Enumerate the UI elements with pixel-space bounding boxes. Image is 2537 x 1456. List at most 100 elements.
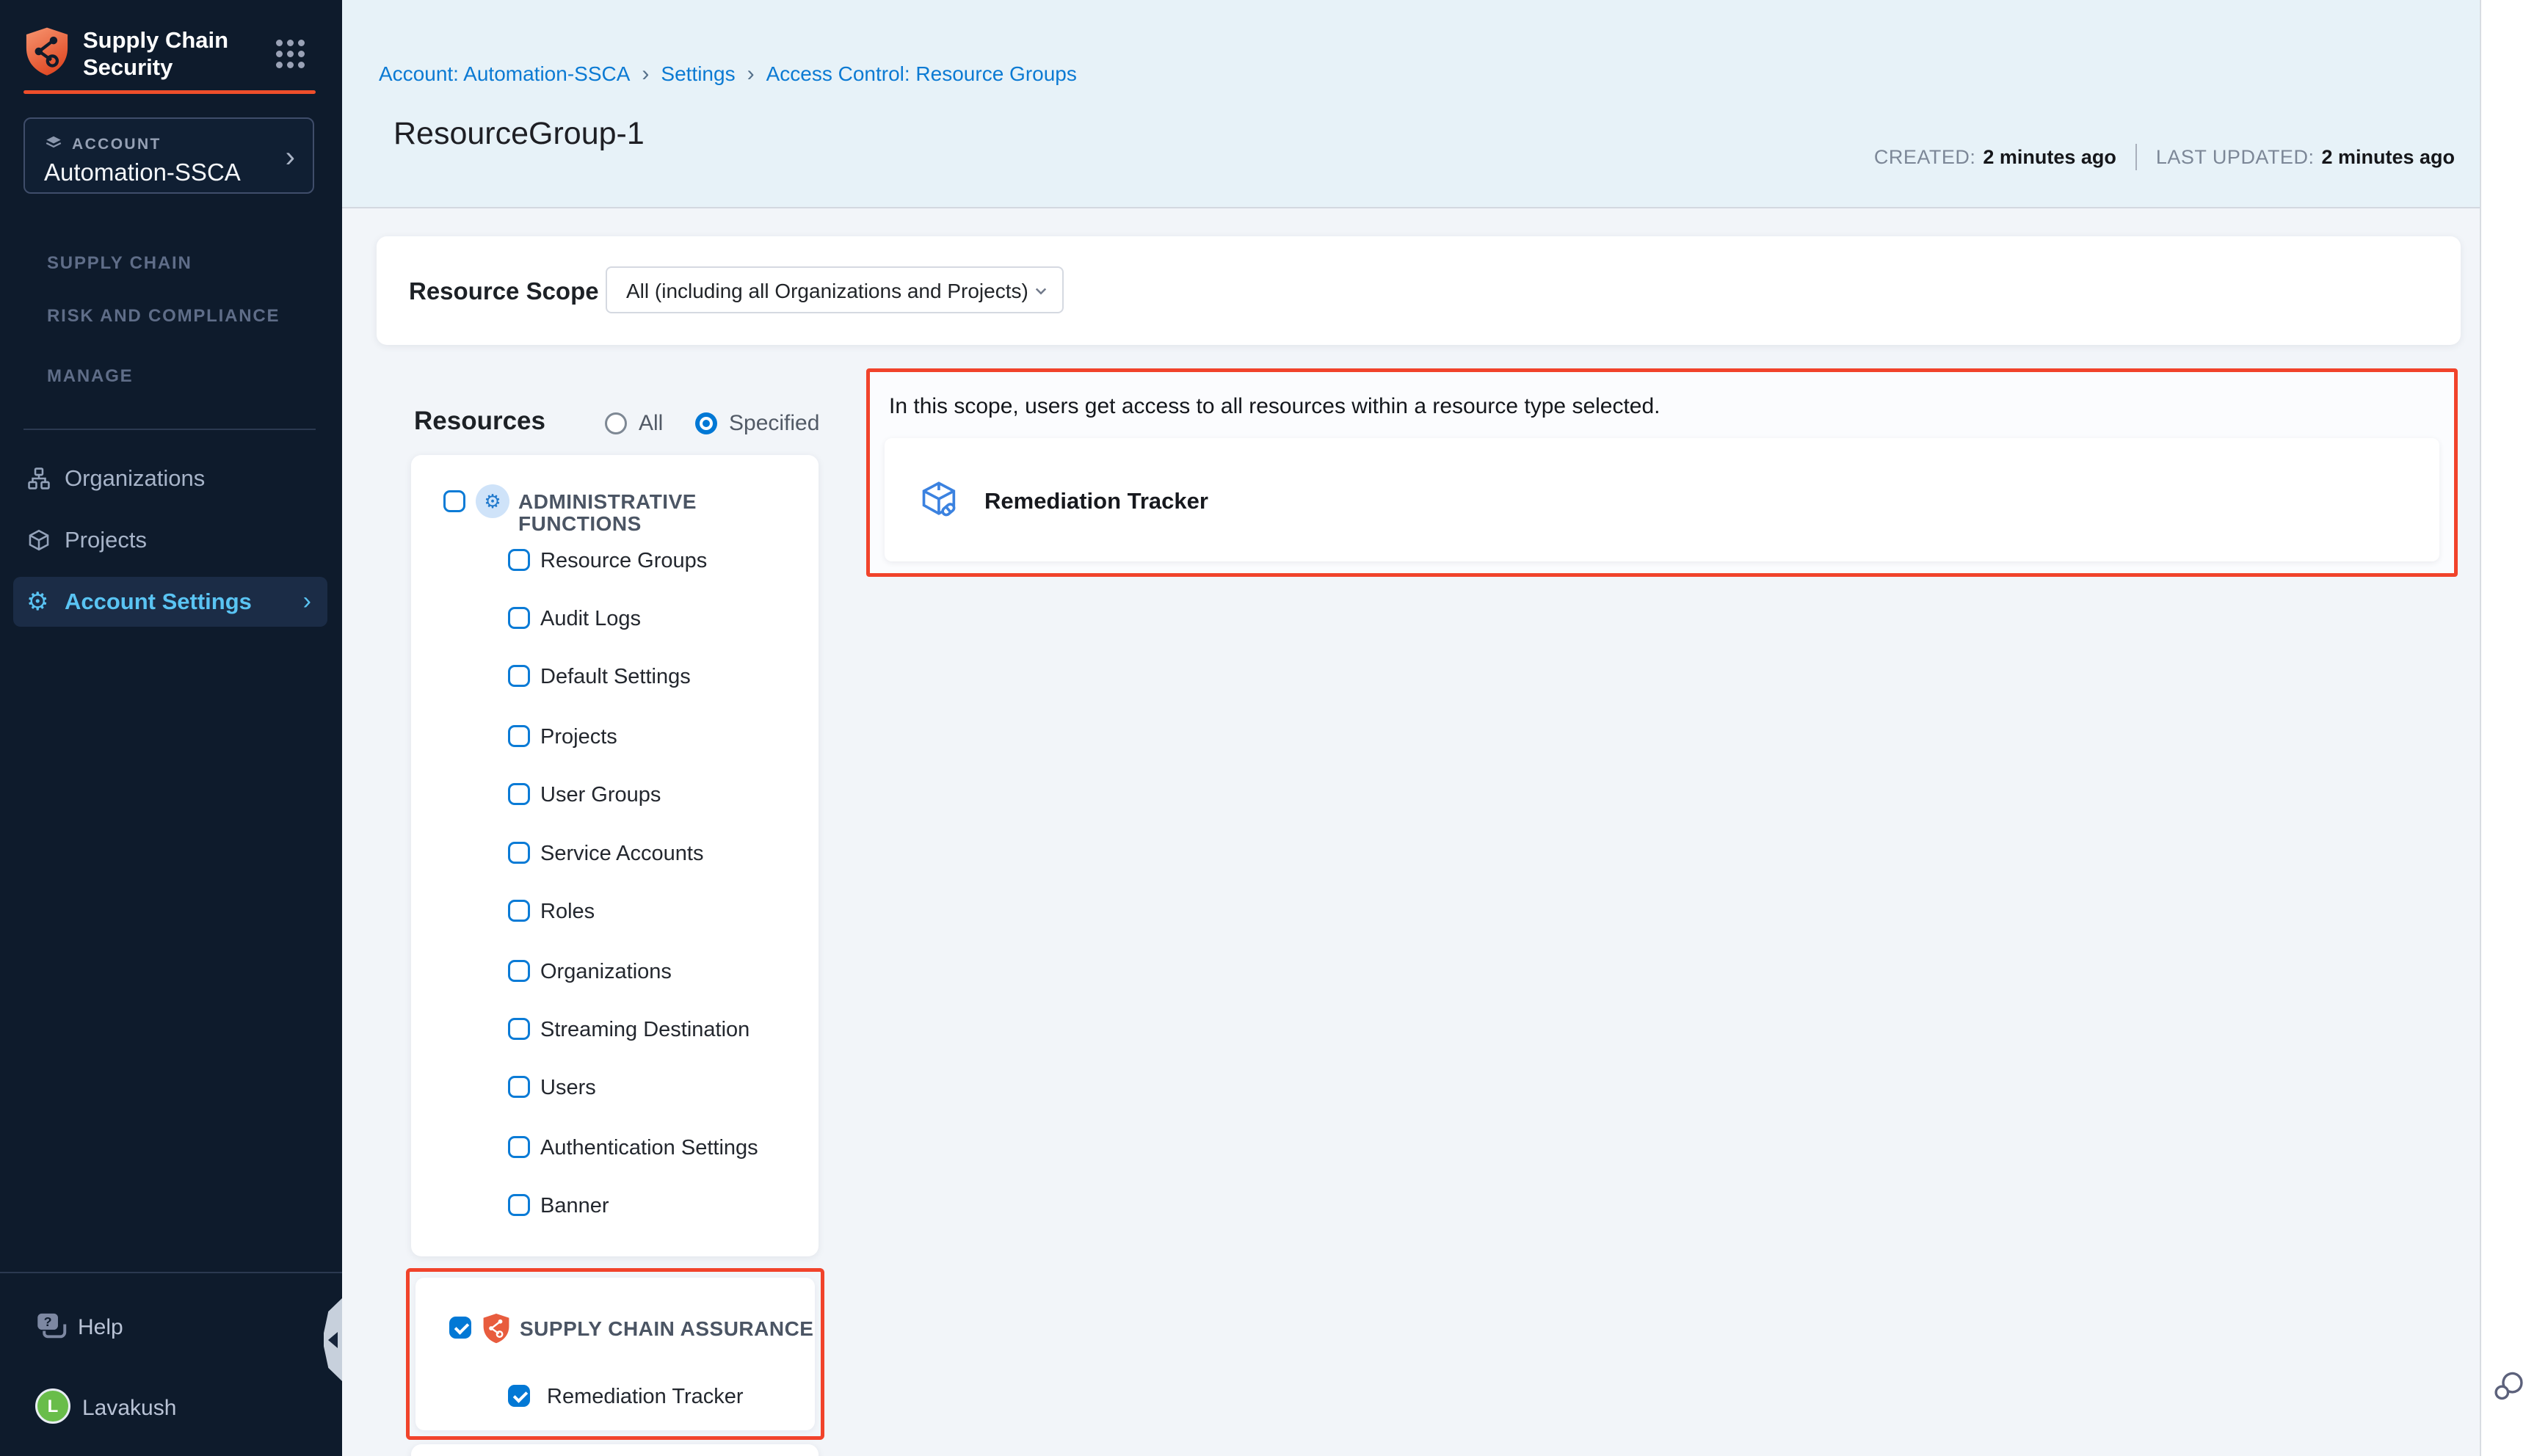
sidebar-item-account-settings[interactable]: ⚙ Account Settings › <box>13 577 327 627</box>
resource-scope-selected-value: All (including all Organizations and Pro… <box>626 280 1028 303</box>
sidebar-item-projects[interactable]: Projects › <box>13 515 327 565</box>
group-title: ADMINISTRATIVE FUNCTIONS <box>518 491 819 535</box>
module-title: Supply Chain Security <box>83 26 252 81</box>
last-updated-value: 2 minutes ago <box>2321 146 2455 169</box>
checkbox[interactable] <box>508 725 530 747</box>
sidebar-section-risk-and-compliance[interactable]: RISK AND COMPLIANCE <box>47 306 280 327</box>
resource-item-label: Users <box>540 1077 596 1099</box>
supply-chain-assurance-shield-icon <box>482 1313 511 1344</box>
breadcrumb: Account: Automation-SSCA › Settings › Ac… <box>379 62 1077 87</box>
checkbox[interactable] <box>508 842 530 864</box>
svg-text:?: ? <box>44 1314 52 1329</box>
resource-item-row[interactable]: Service Accounts <box>411 842 819 876</box>
resource-item-row[interactable]: Remediation Tracker <box>415 1385 815 1419</box>
module-logo[interactable]: Supply Chain Security <box>24 25 318 84</box>
resource-item-row[interactable]: Organizations <box>411 960 819 994</box>
breadcrumb-account-link[interactable]: Account: Automation-SSCA <box>379 62 630 86</box>
checkbox[interactable] <box>508 1194 530 1216</box>
resource-item-row[interactable]: Audit Logs <box>411 607 819 641</box>
checkbox[interactable] <box>508 783 530 805</box>
gear-icon: ⚙ <box>484 490 501 512</box>
resource-item-row[interactable]: Users <box>411 1076 819 1110</box>
radio-all-label[interactable]: All <box>639 411 663 436</box>
resource-item-label: Projects <box>540 726 617 748</box>
supply-chain-security-shield-icon <box>24 26 70 76</box>
checkbox[interactable] <box>508 607 530 629</box>
sidebar-divider <box>23 429 316 430</box>
breadcrumb-resource-groups-link[interactable]: Access Control: Resource Groups <box>766 62 1077 86</box>
resource-item-row[interactable]: Projects <box>411 725 819 759</box>
resource-item-label: Banner <box>540 1195 609 1217</box>
checkbox[interactable] <box>508 1385 530 1407</box>
resource-item-label: Streaming Destination <box>540 1019 750 1041</box>
checkbox[interactable] <box>508 1076 530 1098</box>
last-updated-label: LAST UPDATED: <box>2156 146 2315 169</box>
app-switcher-icon[interactable] <box>276 40 305 68</box>
sidebar-section-supply-chain[interactable]: SUPPLY CHAIN <box>47 253 192 274</box>
next-group-card <box>411 1444 819 1456</box>
resource-scope-card: Resource Scope All (including all Organi… <box>377 236 2461 345</box>
brand-accent-line <box>23 90 316 94</box>
checkbox[interactable] <box>508 960 530 982</box>
checkbox[interactable] <box>508 665 530 687</box>
sidebar-item-label: Account Settings <box>65 589 252 614</box>
resource-item-row[interactable]: Streaming Destination <box>411 1018 819 1052</box>
group-checkbox[interactable] <box>449 1317 471 1339</box>
org-chart-icon <box>26 466 51 491</box>
page-body: Resource Scope All (including all Organi… <box>342 208 2480 1456</box>
resource-item-row[interactable]: Default Settings <box>411 665 819 699</box>
remediation-tracker-icon <box>918 479 961 522</box>
right-gutter <box>2480 0 2537 1456</box>
radio-all[interactable] <box>605 412 627 434</box>
resource-item-row[interactable]: Resource Groups <box>411 549 819 583</box>
resource-type-card: Remediation Tracker <box>885 438 2439 561</box>
sidebar-collapse-handle[interactable] <box>324 1298 342 1381</box>
breadcrumb-separator-icon: › <box>747 62 755 87</box>
sidebar-divider <box>0 1272 342 1273</box>
group-header-row[interactable]: ⚙ ADMINISTRATIVE FUNCTIONS <box>411 484 819 518</box>
account-scope-label: ACCOUNT <box>72 136 161 153</box>
account-selector[interactable]: ACCOUNT Automation-SSCA › <box>23 117 314 194</box>
sidebar-item-label: Projects <box>65 528 147 553</box>
radio-specified-label[interactable]: Specified <box>729 411 819 436</box>
created-value: 2 minutes ago <box>1983 146 2116 169</box>
sidebar: Supply Chain Security ACCOUNT Automation… <box>0 0 342 1456</box>
group-checkbox[interactable] <box>443 490 465 512</box>
app-window: Supply Chain Security ACCOUNT Automation… <box>0 0 2537 1456</box>
checkbox[interactable] <box>508 900 530 922</box>
resource-scope-select[interactable]: All (including all Organizations and Pro… <box>606 266 1064 313</box>
resource-item-row[interactable]: Roles <box>411 900 819 933</box>
sidebar-section-manage[interactable]: MANAGE <box>47 366 133 387</box>
cube-icon <box>26 528 51 553</box>
resource-item-label: Audit Logs <box>540 608 641 630</box>
supply-chain-assurance-card: SUPPLY CHAIN ASSURANCE Remediation Track… <box>415 1278 815 1430</box>
breadcrumb-settings-link[interactable]: Settings <box>661 62 735 86</box>
chevron-right-icon: › <box>303 587 311 616</box>
page-title: ResourceGroup-1 <box>393 116 645 152</box>
group-header-row[interactable]: SUPPLY CHAIN ASSURANCE <box>415 1313 815 1347</box>
help-label: Help <box>78 1315 123 1340</box>
gear-icon: ⚙ <box>26 589 51 614</box>
avatar: L <box>35 1388 70 1424</box>
resource-item-label: Remediation Tracker <box>547 1386 744 1408</box>
page-header: Account: Automation-SSCA › Settings › Ac… <box>342 0 2480 208</box>
sidebar-item-label: Organizations <box>65 466 205 491</box>
sidebar-item-organizations[interactable]: Organizations › <box>13 454 327 503</box>
radio-specified[interactable] <box>695 412 717 434</box>
meta-divider <box>2135 144 2137 170</box>
resource-item-row[interactable]: User Groups <box>411 783 819 817</box>
feedback-chat-icon[interactable] <box>2491 1369 2525 1403</box>
checkbox[interactable] <box>508 1136 530 1158</box>
checkbox[interactable] <box>508 1018 530 1040</box>
resource-item-label: Resource Groups <box>540 550 707 572</box>
resource-item-label: Authentication Settings <box>540 1137 758 1159</box>
resource-item-label: Service Accounts <box>540 842 703 864</box>
scope-description: In this scope, users get access to all r… <box>889 394 1661 419</box>
user-name: Lavakush <box>82 1396 176 1421</box>
chevron-right-icon: › <box>286 141 295 174</box>
resource-item-label: Roles <box>540 900 595 922</box>
resource-item-row[interactable]: Banner <box>411 1194 819 1228</box>
layers-icon <box>44 134 63 153</box>
resource-item-row[interactable]: Authentication Settings <box>411 1136 819 1170</box>
checkbox[interactable] <box>508 549 530 571</box>
